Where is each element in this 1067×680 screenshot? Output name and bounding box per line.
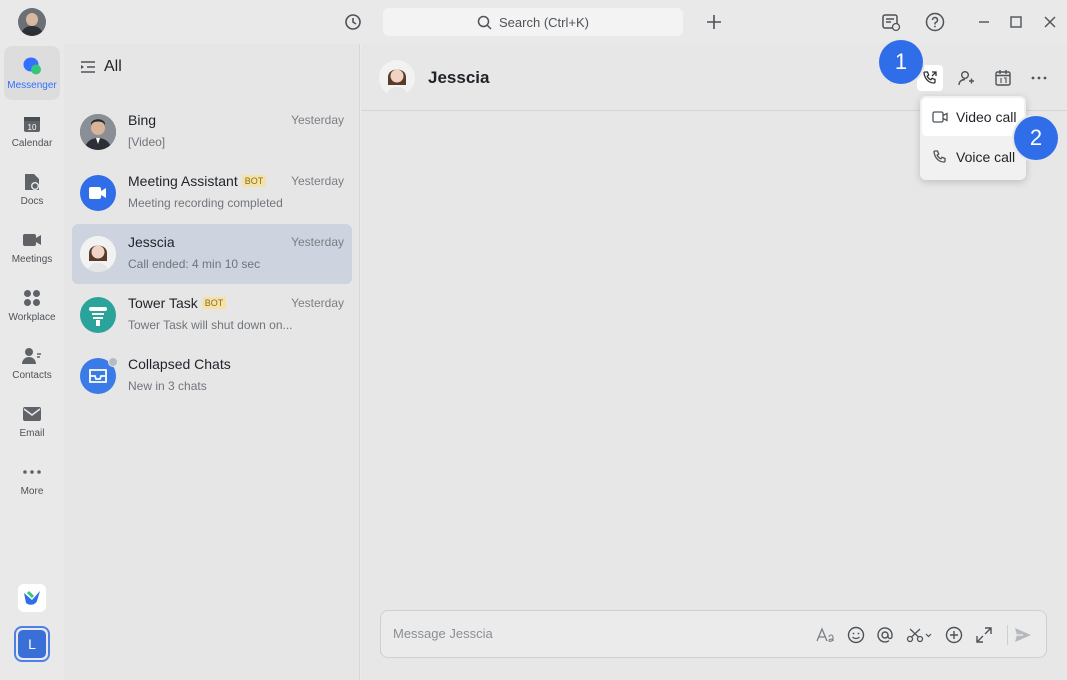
history-icon[interactable] <box>341 10 365 34</box>
contacts-icon <box>22 346 42 366</box>
step-marker-1: 1 <box>879 40 923 84</box>
nav-more-label: More <box>20 485 44 497</box>
conversation-title: Jesscia <box>428 68 490 87</box>
avatar <box>80 114 116 150</box>
conversation-panel: Jesscia 1 Video call Voice call 2 Messag… <box>361 40 1067 680</box>
step-marker-2: 2 <box>1014 116 1058 160</box>
nav-email[interactable]: Email <box>4 394 60 448</box>
expand-icon[interactable] <box>972 623 996 647</box>
avatar[interactable] <box>379 60 415 96</box>
nav-docs-label: Docs <box>20 195 44 207</box>
chat-preview: Tower Task will shut down on... <box>128 318 293 332</box>
apps-grid-icon <box>22 288 42 308</box>
video-camera-icon <box>22 230 42 250</box>
nav-contacts-label: Contacts <box>12 369 52 381</box>
voice-call-label: Voice call <box>956 149 1016 165</box>
app-logo-icon[interactable] <box>18 584 46 612</box>
calendar-icon[interactable] <box>990 65 1016 91</box>
nav-messenger[interactable]: Messenger <box>4 46 60 100</box>
chat-name: Meeting Assistant BOT <box>128 173 267 189</box>
nav-meetings[interactable]: Meetings <box>4 220 60 274</box>
video-call-option[interactable]: Video call <box>922 98 1024 136</box>
text-format-icon[interactable] <box>814 623 838 647</box>
close-icon[interactable] <box>1038 10 1062 34</box>
chat-preview: Call ended: 4 min 10 sec <box>128 257 261 271</box>
chat-time: Yesterday <box>291 235 344 249</box>
help-icon[interactable] <box>923 10 947 34</box>
chat-row-collapsed-chats[interactable]: Collapsed Chats New in 3 chats <box>72 346 352 406</box>
nav-calendar-label: Calendar <box>11 137 53 149</box>
search-icon <box>477 15 492 30</box>
profile-avatar[interactable] <box>18 8 46 36</box>
chat-name: Jesscia <box>128 234 175 250</box>
chat-preview: [Video] <box>128 135 166 149</box>
chat-filter[interactable]: All <box>80 58 122 76</box>
chat-preview: New in 3 chats <box>128 379 207 393</box>
filter-list-icon <box>81 61 95 73</box>
message-composer[interactable]: Message Jesscia <box>380 610 1047 658</box>
tower-icon <box>80 297 116 333</box>
bot-badge: BOT <box>241 175 267 187</box>
nav-docs[interactable]: Docs <box>4 162 60 216</box>
user-account-button[interactable]: L <box>14 626 50 662</box>
bot-badge: BOT <box>201 297 227 309</box>
video-camera-icon <box>932 111 948 123</box>
search-placeholder: Search (Ctrl+K) <box>499 14 589 30</box>
nav-email-label: Email <box>19 427 45 439</box>
send-icon[interactable] <box>1011 623 1035 647</box>
screenshot-icon[interactable] <box>905 623 935 647</box>
nav-workplace[interactable]: Workplace <box>4 278 60 332</box>
mention-icon[interactable] <box>873 623 897 647</box>
chat-row-meeting-assistant[interactable]: Meeting Assistant BOT Yesterday Meeting r… <box>72 163 352 223</box>
add-member-icon[interactable] <box>953 65 979 91</box>
chat-row-bing[interactable]: Bing Yesterday [Video] <box>72 102 352 162</box>
unread-dot <box>108 357 118 367</box>
search-bar[interactable]: Search (Ctrl+K) <box>383 8 683 36</box>
nav-calendar[interactable]: 10 Calendar <box>4 104 60 158</box>
nav-workplace-label: Workplace <box>8 311 56 323</box>
chat-row-jesscia[interactable]: Jesscia Yesterday Call ended: 4 min 10 s… <box>72 224 352 284</box>
nav-contacts[interactable]: Contacts <box>4 336 60 390</box>
call-options-menu: Video call Voice call <box>920 96 1026 180</box>
chat-name: Bing <box>128 112 157 128</box>
composer-placeholder: Message Jesscia <box>393 626 493 641</box>
calendar-icon: 10 <box>22 114 42 134</box>
chat-name: Tower Task BOT <box>128 295 227 311</box>
filter-label: All <box>104 58 122 75</box>
more-options-icon[interactable] <box>1026 65 1052 91</box>
messenger-icon <box>22 56 42 76</box>
voice-call-option[interactable]: Voice call <box>922 138 1024 176</box>
divider <box>1007 625 1008 645</box>
video-call-label: Video call <box>956 109 1017 125</box>
chat-name: Collapsed Chats <box>128 356 231 372</box>
chat-time: Yesterday <box>291 174 344 188</box>
inbox-icon <box>80 357 118 394</box>
top-bar: Search (Ctrl+K) <box>0 0 1067 44</box>
task-reminder-icon[interactable] <box>879 10 903 34</box>
maximize-icon[interactable] <box>1004 10 1028 34</box>
phone-call-icon <box>923 71 937 84</box>
chat-row-tower-task[interactable]: Tower Task BOT Yesterday Tower Task will … <box>72 285 352 345</box>
svg-text:10: 10 <box>28 123 37 132</box>
chat-list-panel: All Bing Yesterday [Video] Meeting Assis… <box>64 44 360 680</box>
chat-time: Yesterday <box>291 113 344 127</box>
add-icon[interactable] <box>702 10 726 34</box>
phone-icon <box>933 150 946 163</box>
emoji-icon[interactable] <box>844 623 868 647</box>
user-initial: L <box>18 630 46 658</box>
video-camera-icon <box>80 175 116 211</box>
envelope-icon <box>22 404 42 424</box>
left-navigation: Messenger 10 Calendar Docs Meetings Work… <box>0 44 64 680</box>
nav-messenger-label: Messenger <box>7 79 57 91</box>
nav-meetings-label: Meetings <box>11 253 53 265</box>
nav-more[interactable]: More <box>4 452 60 506</box>
add-attachment-icon[interactable] <box>942 623 966 647</box>
minimize-icon[interactable] <box>972 10 996 34</box>
chat-time: Yesterday <box>291 296 344 310</box>
docs-icon <box>22 172 42 192</box>
chat-preview: Meeting recording completed <box>128 196 283 210</box>
ellipsis-icon <box>22 462 42 482</box>
avatar <box>80 236 116 272</box>
